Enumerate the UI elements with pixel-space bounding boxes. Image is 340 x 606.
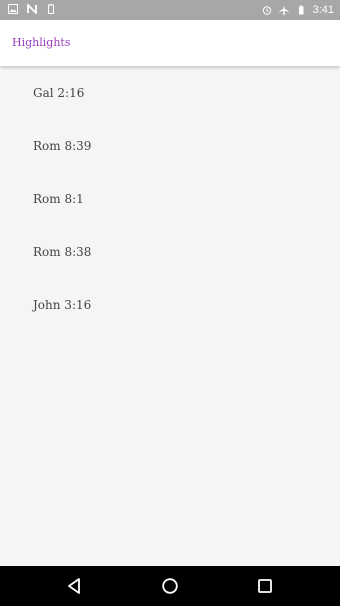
airplane-icon [279, 5, 289, 15]
highlight-reference: Rom 8:39 [33, 138, 92, 153]
app-bar: Highlights [0, 20, 340, 66]
list-item[interactable]: John 3:16 [0, 278, 340, 331]
home-icon[interactable] [161, 577, 179, 595]
status-bar: 3:41 [0, 0, 340, 20]
list-item[interactable]: Rom 8:39 [0, 119, 340, 172]
battery-saver-icon [48, 4, 54, 14]
n-icon [27, 4, 37, 14]
list-item[interactable]: Rom 8:38 [0, 225, 340, 278]
page-title: Highlights [12, 36, 71, 49]
status-time: 3:41 [312, 4, 334, 16]
back-icon[interactable] [65, 577, 83, 595]
navigation-bar [0, 566, 340, 606]
list-item[interactable]: Gal 2:16 [0, 66, 340, 119]
battery-icon [298, 5, 304, 15]
recents-icon[interactable] [256, 577, 274, 595]
highlights-list: Gal 2:16 Rom 8:39 Rom 8:1 Rom 8:38 John … [0, 66, 340, 331]
highlight-reference: Rom 8:1 [33, 191, 84, 206]
highlight-reference: John 3:16 [33, 297, 92, 312]
highlight-reference: Rom 8:38 [33, 244, 92, 259]
image-icon [8, 4, 18, 14]
alarm-icon [262, 6, 271, 15]
list-item[interactable]: Rom 8:1 [0, 172, 340, 225]
highlight-reference: Gal 2:16 [33, 85, 85, 100]
